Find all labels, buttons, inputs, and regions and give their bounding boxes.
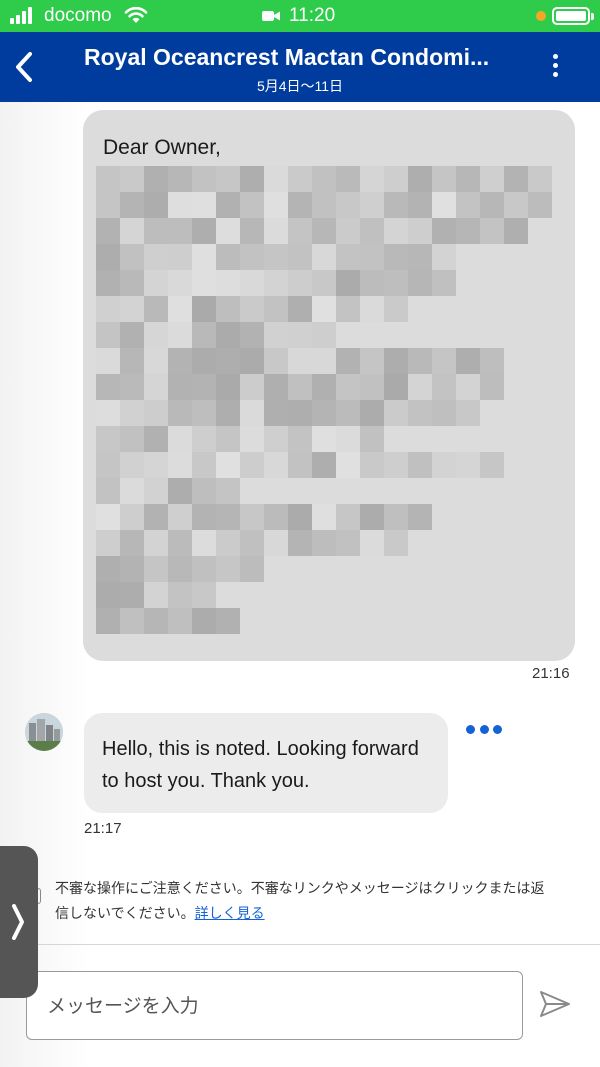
- safety-notice: 不審な操作にご注意ください。不審なリンクやメッセージはクリックまたは返信しないで…: [55, 876, 545, 926]
- status-bar: docomo 11:20: [0, 0, 600, 32]
- host-avatar[interactable]: [25, 713, 63, 751]
- recording-dot: [536, 11, 546, 21]
- safety-notice-text: 不審な操作にご注意ください。不審なリンクやメッセージはクリックまたは返信しないで…: [55, 880, 545, 921]
- wifi-icon: [124, 6, 148, 23]
- side-panel-handle[interactable]: [0, 846, 38, 998]
- learn-more-link[interactable]: 詳しく見る: [195, 905, 265, 921]
- message-options-icon[interactable]: [466, 722, 502, 736]
- message-input[interactable]: [27, 972, 522, 1039]
- more-vertical-icon[interactable]: [546, 54, 564, 82]
- carrier-name: docomo: [44, 5, 112, 26]
- battery-icon: [552, 7, 594, 25]
- camera-icon: [262, 11, 280, 21]
- stay-dates: 5月4日〜11日: [256, 78, 344, 94]
- message-greeting: Dear Owner,: [103, 136, 221, 159]
- send-icon[interactable]: [538, 987, 572, 1021]
- incoming-message-bubble: Hello, this is noted. Looking forward to…: [84, 713, 448, 813]
- property-title: Royal Oceancrest Mactan Condomi...: [84, 44, 490, 70]
- redacted-message-body: [96, 166, 566, 644]
- signal-icon: [10, 7, 32, 24]
- message-input-box[interactable]: [26, 971, 523, 1040]
- outgoing-message-bubble: Dear Owner,: [83, 110, 575, 661]
- clock: 11:20: [289, 5, 336, 26]
- chevron-right-icon: [12, 904, 24, 940]
- outgoing-message-time: 21:16: [532, 665, 570, 682]
- incoming-message-time: 21:17: [84, 820, 122, 837]
- incoming-message-text: Hello, this is noted. Looking forward to…: [102, 738, 419, 792]
- divider: [0, 944, 600, 945]
- conversation-header: Royal Oceancrest Mactan Condomi... 5月4日〜…: [0, 32, 600, 102]
